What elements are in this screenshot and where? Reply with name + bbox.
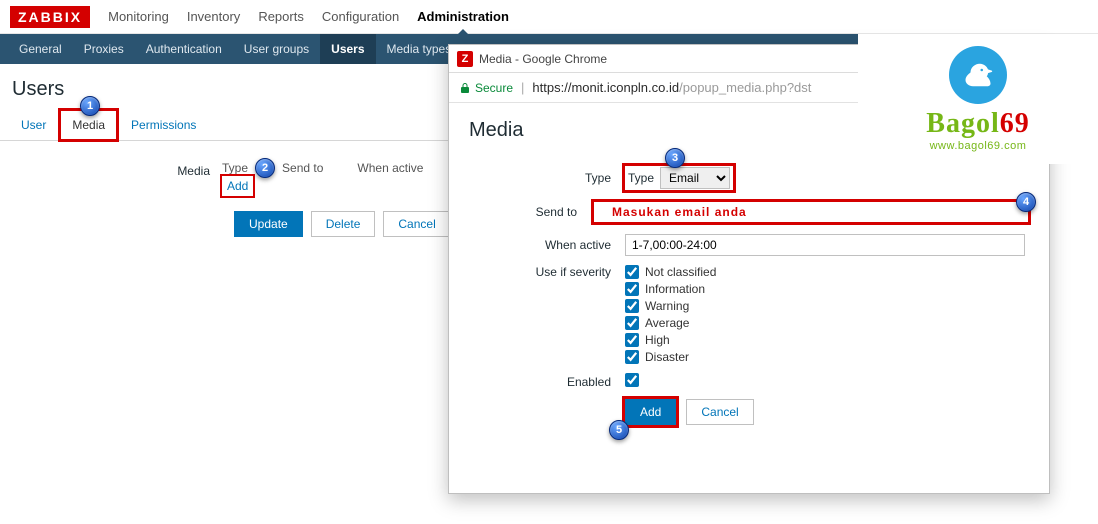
sev-average-check[interactable]	[625, 316, 639, 330]
type-select[interactable]: Email	[660, 167, 730, 189]
enabled-check[interactable]	[625, 373, 639, 387]
subnav-usergroups[interactable]: User groups	[233, 34, 320, 64]
sev-warning-label: Warning	[645, 299, 689, 313]
when-active-input[interactable]	[625, 234, 1025, 256]
subnav-authentication[interactable]: Authentication	[135, 34, 233, 64]
sendto-input-highlight[interactable]: Masukan email anda	[591, 199, 1031, 225]
watermark-logo: Bagol69 www.bagol69.com	[858, 34, 1098, 164]
watermark-url: www.bagol69.com	[930, 140, 1027, 152]
tab-user[interactable]: User	[8, 109, 59, 141]
popup-title: Media - Google Chrome	[479, 52, 607, 66]
sev-information-label: Information	[645, 282, 705, 296]
col-whenactive: When active	[357, 161, 423, 175]
callout-3: 3	[665, 148, 685, 168]
url-path: /popup_media.php?dst	[679, 80, 811, 95]
watermark-name: Bagol69	[926, 108, 1029, 140]
cancel-button[interactable]: Cancel	[383, 211, 450, 237]
media-label: Media	[12, 161, 222, 178]
subnav-users[interactable]: Users	[320, 34, 375, 64]
popup-cancel-button[interactable]: Cancel	[686, 399, 753, 425]
sendto-label: Send to	[467, 205, 591, 219]
sev-information-check[interactable]	[625, 282, 639, 296]
lock-icon	[459, 82, 471, 94]
col-type: Type	[222, 161, 248, 175]
sev-disaster-label: Disaster	[645, 350, 689, 364]
subnav-proxies[interactable]: Proxies	[73, 34, 135, 64]
tab-permissions[interactable]: Permissions	[118, 109, 209, 141]
sev-high-check[interactable]	[625, 333, 639, 347]
update-button[interactable]: Update	[234, 211, 303, 237]
duck-icon	[949, 46, 1007, 104]
callout-4: 4	[1016, 192, 1036, 212]
whenactive-label: When active	[467, 238, 625, 252]
logo: ZABBIX	[10, 6, 90, 28]
sev-disaster-check[interactable]	[625, 350, 639, 364]
callout-5: 5	[609, 420, 629, 440]
url-host: https://monit.iconpln.co.id	[532, 80, 679, 95]
popup-add-button[interactable]: Add	[625, 399, 676, 425]
zabbix-favicon-icon: Z	[457, 51, 473, 67]
type-label-inline: Type	[628, 171, 654, 185]
severity-group-label: Use if severity	[467, 265, 625, 279]
secure-badge: Secure	[459, 81, 513, 95]
sev-high-label: High	[645, 333, 670, 347]
nav-administration[interactable]: Administration	[417, 9, 509, 24]
top-nav: ZABBIX Monitoring Inventory Reports Conf…	[0, 0, 1098, 34]
sev-notclassified-check[interactable]	[625, 265, 639, 279]
callout-2: 2	[255, 158, 275, 178]
col-sendto: Send to	[282, 161, 323, 175]
type-label: Type	[467, 171, 625, 185]
sendto-hint: Masukan email anda	[612, 205, 747, 219]
nav-configuration[interactable]: Configuration	[322, 9, 399, 24]
subnav-general[interactable]: General	[8, 34, 73, 64]
add-media-link[interactable]: Add	[222, 176, 253, 196]
delete-button[interactable]: Delete	[311, 211, 376, 237]
enabled-label: Enabled	[467, 375, 625, 389]
callout-1: 1	[80, 96, 100, 116]
sev-notclassified-label: Not classified	[645, 265, 716, 279]
sev-average-label: Average	[645, 316, 689, 330]
nav-inventory[interactable]: Inventory	[187, 9, 240, 24]
severity-list: Not classified Information Warning Avera…	[625, 265, 1031, 364]
nav-reports[interactable]: Reports	[258, 9, 304, 24]
nav-monitoring[interactable]: Monitoring	[108, 9, 169, 24]
sev-warning-check[interactable]	[625, 299, 639, 313]
